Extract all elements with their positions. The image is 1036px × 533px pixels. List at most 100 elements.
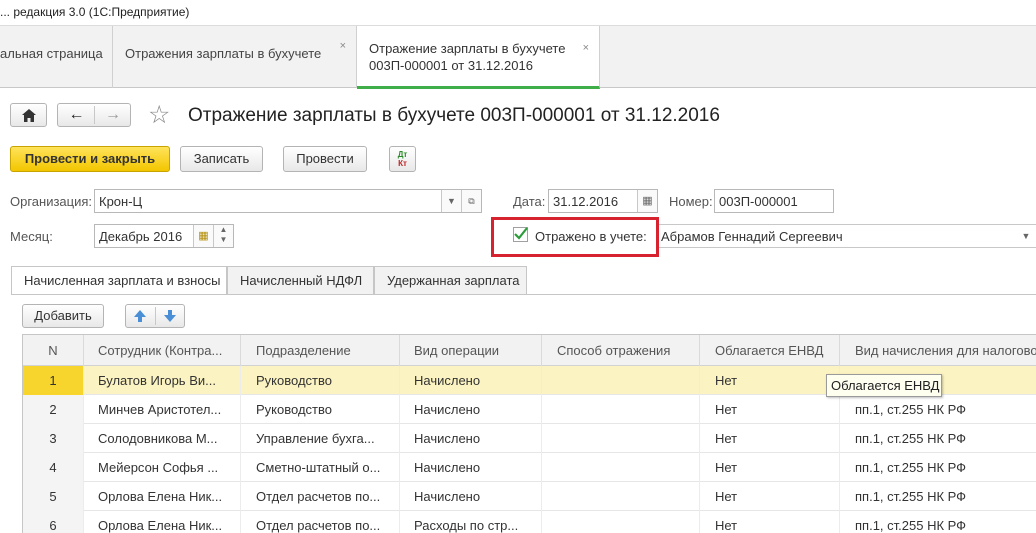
table-row[interactable]: 2 Минчев Аристотел... Руководство Начислено… (23, 395, 1036, 424)
dt-kt-button[interactable]: Дт Кт (389, 146, 416, 172)
row-number[interactable]: 2 (23, 395, 84, 424)
accrual-kind-cell[interactable]: пп.1, ст.255 НК РФ (840, 395, 1036, 424)
month-label: Месяц: (10, 229, 53, 244)
department-cell[interactable]: Руководство (241, 366, 400, 395)
close-icon[interactable]: × (340, 40, 346, 52)
spinner-icon[interactable]: ▲ ▼ (213, 225, 233, 247)
dropdown-icon[interactable]: ▼ (1016, 225, 1036, 247)
app-window: ... редакция 3.0 (1С:Предприятие) альная… (0, 0, 1036, 533)
method-cell[interactable] (542, 482, 700, 511)
column-header-envd[interactable]: Облагается ЕНВД (700, 335, 840, 366)
operation-cell[interactable]: Начислено (400, 395, 542, 424)
data-table: N Сотрудник (Контра... Подразделение Вид… (22, 334, 1036, 533)
column-header-department[interactable]: Подразделение (241, 335, 400, 366)
method-cell[interactable] (542, 395, 700, 424)
tab-label: Начисленный НДФЛ (240, 273, 363, 288)
employee-cell[interactable]: Минчев Аристотел... (84, 395, 241, 424)
calendar-icon[interactable]: ▦ (637, 190, 657, 212)
table-row[interactable]: 5 Орлова Елена Ник... Отдел расчетов по...… (23, 482, 1036, 511)
envd-cell[interactable]: Нет (700, 366, 840, 395)
column-header-employee[interactable]: Сотрудник (Контра... (84, 335, 241, 366)
tab-salary-reflections-list[interactable]: Отражения зарплаты в бухучете × (113, 26, 357, 88)
document-title: Отражение зарплаты в бухучете 003П-00000… (188, 105, 720, 126)
move-down-icon[interactable] (163, 309, 177, 323)
accrual-kind-cell[interactable]: пп.1, ст.255 НК РФ (840, 453, 1036, 482)
operation-cell[interactable]: Начислено (400, 424, 542, 453)
tab-accrued-salary[interactable]: Начисленная зарплата и взносы (11, 266, 227, 295)
star-icon[interactable]: ☆ (148, 100, 170, 130)
number-field[interactable]: 003П-000001 (714, 189, 834, 213)
tab-accrued-ndfl[interactable]: Начисленный НДФЛ (227, 266, 374, 294)
column-header-method[interactable]: Способ отражения (542, 335, 700, 366)
home-button[interactable] (10, 103, 47, 127)
month-field[interactable]: Декабрь 2016 ▦ ▲ ▼ (94, 224, 234, 248)
employee-cell[interactable]: Орлова Елена Ник... (84, 482, 241, 511)
back-icon[interactable]: ← (58, 104, 95, 126)
column-header-accrual-kind[interactable]: Вид начисления для налогово (840, 335, 1036, 366)
table-row[interactable]: 3 Солодовникова М... Управление бухга... На… (23, 424, 1036, 453)
department-cell[interactable]: Сметно-штатный о... (241, 453, 400, 482)
table-row[interactable]: 6 Орлова Елена Ник... Отдел расчетов по...… (23, 511, 1036, 533)
add-button[interactable]: Добавить (22, 304, 104, 328)
department-cell[interactable]: Руководство (241, 395, 400, 424)
envd-cell[interactable]: Нет (700, 482, 840, 511)
table-row[interactable]: 4 Мейерсон Софья ... Сметно-штатный о... На… (23, 453, 1036, 482)
department-cell[interactable]: Отдел расчетов по... (241, 511, 400, 533)
employee-cell[interactable]: Мейерсон Софья ... (84, 453, 241, 482)
date-field[interactable]: 31.12.2016 ▦ (548, 189, 658, 213)
tab-salary-reflection-doc[interactable]: Отражение зарплаты в бухучете 003П-00000… (357, 26, 600, 89)
envd-cell[interactable]: Нет (700, 453, 840, 482)
row-number[interactable]: 4 (23, 453, 84, 482)
row-number[interactable]: 5 (23, 482, 84, 511)
tab-sublabel: 003П-000001 от 31.12.2016 (369, 58, 533, 73)
open-icon[interactable]: ⧉ (461, 190, 481, 212)
move-up-icon[interactable] (133, 309, 147, 323)
employee-cell[interactable]: Солодовникова М... (84, 424, 241, 453)
operation-cell[interactable]: Начислено (400, 453, 542, 482)
column-header-operation[interactable]: Вид операции (400, 335, 542, 366)
forward-icon[interactable]: → (95, 104, 131, 126)
table-header: N Сотрудник (Контра... Подразделение Вид… (23, 335, 1036, 366)
envd-cell[interactable]: Нет (700, 511, 840, 533)
close-icon[interactable]: × (583, 40, 589, 57)
month-value: Декабрь 2016 (99, 229, 183, 244)
post-button[interactable]: Провести (283, 146, 367, 172)
dropdown-icon[interactable]: ▼ (441, 190, 461, 212)
method-cell[interactable] (542, 453, 700, 482)
department-cell[interactable]: Управление бухга... (241, 424, 400, 453)
kt-label: Кт (398, 159, 407, 168)
save-button[interactable]: Записать (180, 146, 263, 172)
row-number[interactable]: 6 (23, 511, 84, 533)
tab-strip: альная страница Отражения зарплаты в бух… (0, 26, 1036, 89)
tab-home-page[interactable]: альная страница (0, 26, 113, 88)
envd-tooltip: Облагается ЕНВД (826, 374, 942, 397)
date-label: Дата: (513, 194, 546, 209)
accrual-kind-cell[interactable]: пп.1, ст.255 НК РФ (840, 482, 1036, 511)
employee-cell[interactable]: Булатов Игорь Ви... (84, 366, 241, 395)
employee-cell[interactable]: Орлова Елена Ник... (84, 511, 241, 533)
row-number[interactable]: 1 (23, 366, 84, 395)
calendar-icon[interactable]: ▦ (193, 225, 213, 247)
method-cell[interactable] (542, 511, 700, 533)
accrual-kind-cell[interactable]: пп.1, ст.255 НК РФ (840, 424, 1036, 453)
row-number[interactable]: 3 (23, 424, 84, 453)
title-bar: ... редакция 3.0 (1С:Предприятие) (0, 0, 1036, 26)
department-cell[interactable]: Отдел расчетов по... (241, 482, 400, 511)
organization-field[interactable]: Крон-Ц ▼ ⧉ (94, 189, 482, 213)
column-header-n[interactable]: N (23, 335, 84, 366)
method-cell[interactable] (542, 366, 700, 395)
number-label: Номер: (669, 194, 713, 209)
tab-withheld-salary[interactable]: Удержанная зарплата (374, 266, 527, 294)
operation-cell[interactable]: Начислено (400, 482, 542, 511)
envd-cell[interactable]: Нет (700, 395, 840, 424)
operation-cell[interactable]: Расходы по стр... (400, 511, 542, 533)
method-cell[interactable] (542, 424, 700, 453)
envd-cell[interactable]: Нет (700, 424, 840, 453)
organization-value: Крон-Ц (99, 194, 143, 209)
post-and-close-button[interactable]: Провести и закрыть (10, 146, 170, 172)
operation-cell[interactable]: Начислено (400, 366, 542, 395)
responsible-field[interactable]: Абрамов Геннадий Сергеевич ▼ (656, 224, 1036, 248)
divider (155, 307, 156, 325)
accrual-kind-cell[interactable]: пп.1, ст.255 НК РФ (840, 511, 1036, 533)
responsible-value: Абрамов Геннадий Сергеевич (661, 229, 843, 244)
